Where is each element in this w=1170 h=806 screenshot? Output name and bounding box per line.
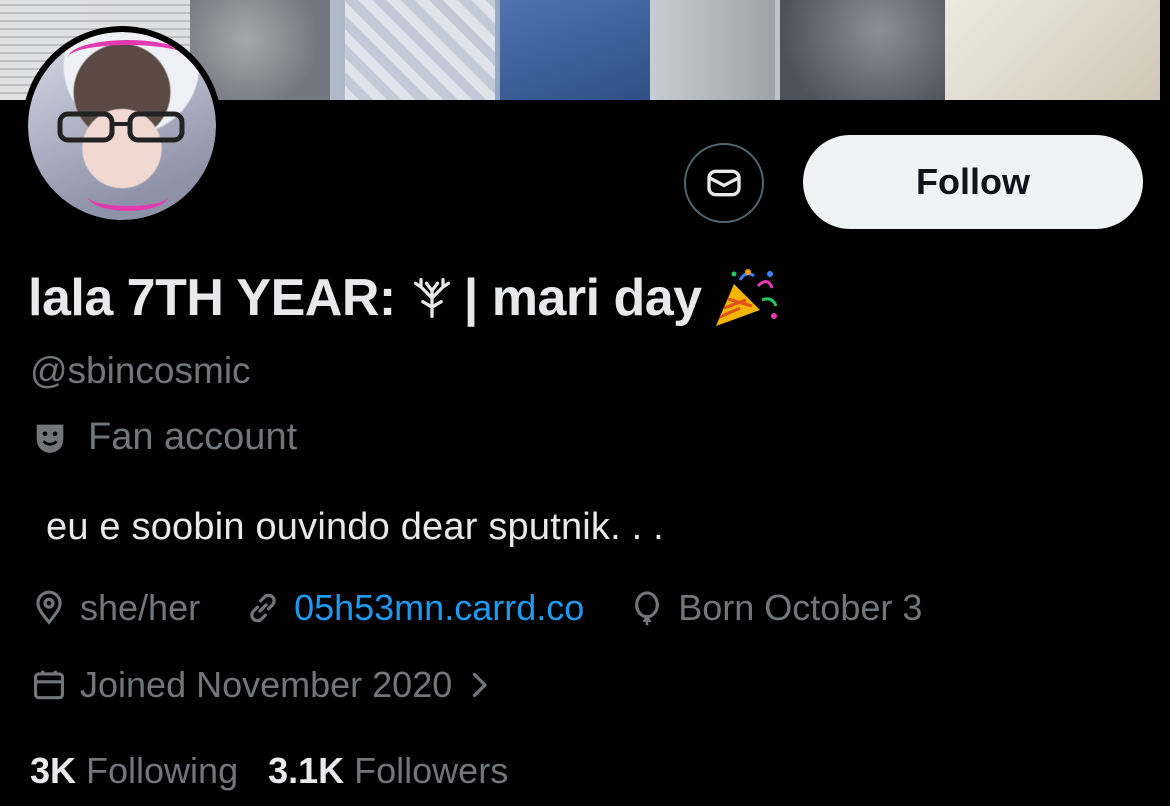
chevron-right-icon bbox=[473, 672, 487, 698]
profile-bio: eu e soobin ouvindo dear sputnik. . . bbox=[46, 506, 664, 548]
follow-button[interactable]: Follow bbox=[803, 135, 1143, 229]
professional-category: Fan account bbox=[30, 416, 297, 459]
birthday-label: Born October 3 bbox=[678, 587, 923, 628]
display-name-text: lala 7TH YEAR: bbox=[28, 269, 396, 327]
location-item: she/her bbox=[30, 587, 200, 629]
tree-symbol-icon bbox=[413, 278, 450, 318]
profile-meta-row: she/her 05h53mn.carrd.co Born October 3 bbox=[30, 587, 966, 629]
website-link[interactable]: 05h53mn.carrd.co bbox=[294, 587, 584, 629]
banner-photo-segment bbox=[650, 0, 775, 100]
category-label: Fan account bbox=[88, 416, 298, 458]
avatar-photo bbox=[28, 32, 216, 220]
location-pin-icon bbox=[36, 590, 62, 625]
banner-photo-segment bbox=[345, 0, 495, 100]
display-name-rest: | mari day bbox=[463, 269, 702, 327]
message-button[interactable] bbox=[684, 143, 764, 223]
joined-label: Joined November 2020 bbox=[80, 664, 453, 705]
glasses-graphic bbox=[57, 111, 185, 143]
follow-stats: 3K Following 3.1K Followers bbox=[30, 750, 538, 792]
followers-link[interactable]: 3.1K Followers bbox=[268, 750, 508, 792]
balloon-icon bbox=[635, 591, 660, 626]
banner-photo-segment bbox=[945, 0, 1160, 100]
profile-handle: @sbincosmic bbox=[30, 350, 251, 391]
website-item[interactable]: 05h53mn.carrd.co bbox=[244, 587, 584, 629]
followers-label: Followers bbox=[354, 750, 509, 791]
following-link[interactable]: 3K Following bbox=[30, 750, 238, 792]
link-icon bbox=[250, 593, 276, 623]
following-count: 3K bbox=[30, 750, 77, 791]
following-label: Following bbox=[86, 750, 239, 791]
display-name: lala 7TH YEAR: | mari day bbox=[28, 266, 780, 330]
calendar-icon bbox=[33, 670, 65, 700]
theater-mask-icon bbox=[36, 424, 64, 453]
location-label: she/her bbox=[80, 587, 201, 628]
joined-row[interactable]: Joined November 2020 bbox=[30, 664, 504, 706]
profile-page: Follow lala 7TH YEAR: | mari day @sbinco… bbox=[0, 0, 1170, 806]
birthday-item: Born October 3 bbox=[628, 587, 922, 629]
banner-photo-segment bbox=[780, 0, 945, 100]
party-popper-icon bbox=[715, 269, 778, 326]
banner-photo-segment bbox=[500, 0, 650, 100]
avatar[interactable] bbox=[22, 26, 222, 226]
envelope-icon bbox=[707, 169, 741, 197]
followers-count: 3.1K bbox=[268, 750, 345, 791]
